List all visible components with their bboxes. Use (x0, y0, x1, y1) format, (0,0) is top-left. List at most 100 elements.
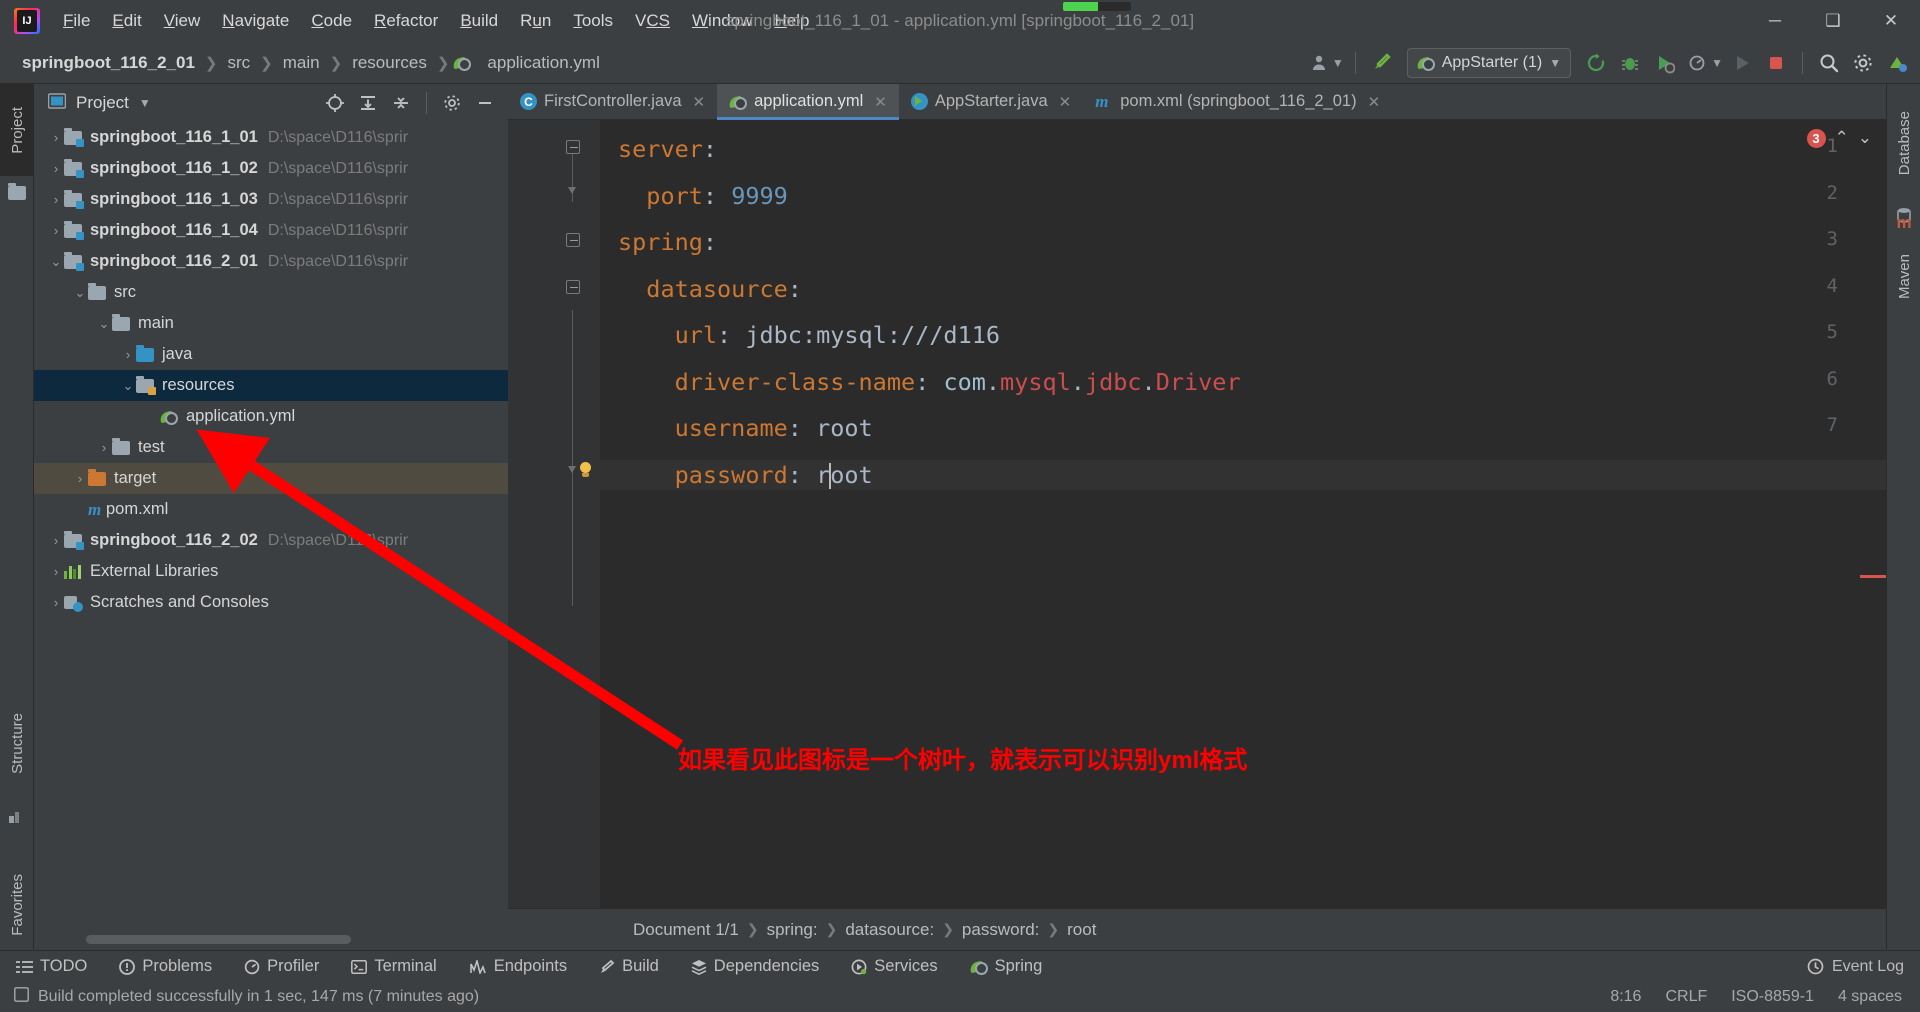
run-configuration-selector[interactable]: AppStarter (1) ▼ (1406, 48, 1572, 78)
breadcrumb-item-src[interactable]: src (222, 51, 257, 75)
close-icon[interactable]: ✕ (1368, 93, 1381, 111)
code-line-6[interactable]: driver-class-name: com.mysql.jdbc.Driver (618, 367, 1886, 397)
tree-row-resources[interactable]: ⌄ resources (34, 370, 508, 401)
editor-breadcrumb-document[interactable]: Document 1/1 (628, 920, 744, 940)
editor-tab-appstarter-java[interactable]: AppStarter.java ✕ (899, 84, 1083, 119)
menu-help[interactable]: Help (763, 7, 820, 35)
bottom-item-endpoints[interactable]: Endpoints (453, 951, 583, 983)
sidebar-item-database[interactable]: Database (1887, 84, 1920, 202)
updates-icon[interactable] (1882, 48, 1912, 78)
sidebar-item-maven[interactable]: Maven (1887, 234, 1920, 320)
menu-run[interactable]: Run (509, 7, 562, 35)
fold-collapse-handle[interactable] (566, 140, 584, 158)
menu-vcs[interactable]: VCS (624, 7, 681, 35)
project-tree[interactable]: › springboot_116_1_01 D:\space\D116\sprir ›… (34, 122, 508, 926)
editor-tab-bar[interactable]: C FirstController.java ✕ application.yml ✕ Ap… (508, 84, 1886, 120)
maximize-button[interactable]: ❑ (1804, 0, 1862, 42)
next-problem-icon[interactable]: ⌄ (1858, 128, 1872, 148)
close-icon[interactable]: ✕ (874, 93, 887, 111)
menu-code[interactable]: Code (300, 7, 363, 35)
settings-icon[interactable] (1848, 48, 1878, 78)
editor-gutter[interactable] (508, 120, 600, 908)
breadcrumb-item-main[interactable]: main (277, 51, 326, 75)
bottom-item-spring[interactable]: Spring (954, 951, 1059, 983)
fold-end-marker[interactable] (568, 186, 577, 194)
code-line-1[interactable]: server: (618, 134, 1886, 164)
breadcrumb[interactable]: springboot_116_2_01 ❯ src ❯ main ❯ resou… (0, 51, 606, 75)
rerun-icon[interactable] (1581, 48, 1611, 78)
menu-build[interactable]: Build (449, 7, 509, 35)
event-log-button[interactable]: Event Log (1807, 958, 1920, 976)
close-button[interactable]: ✕ (1862, 0, 1920, 42)
tree-row-target[interactable]: › target (34, 463, 508, 494)
fold-collapse-handle[interactable] (566, 233, 584, 251)
chevron-right-icon[interactable]: › (48, 564, 64, 579)
close-icon[interactable]: ✕ (1059, 93, 1072, 111)
run-icon[interactable] (1727, 48, 1757, 78)
menu-window[interactable]: Window (681, 7, 763, 35)
stop-icon[interactable] (1761, 48, 1791, 78)
prev-problem-icon[interactable]: ⌃ (1835, 128, 1849, 148)
chevron-right-icon[interactable]: › (48, 130, 64, 145)
locate-icon[interactable] (320, 88, 350, 118)
code-editor[interactable]: 1 server: 2 port: 9999 3 spring: 4 datasource… (508, 120, 1886, 908)
close-icon[interactable]: ✕ (693, 93, 706, 111)
menu-view[interactable]: View (153, 7, 212, 35)
minimize-button[interactable]: ─ (1746, 0, 1804, 42)
menu-navigate[interactable]: Navigate (211, 7, 300, 35)
expand-all-icon[interactable] (353, 88, 383, 118)
editor-tab-application-yml[interactable]: application.yml ✕ (717, 84, 899, 120)
bottom-item-problems[interactable]: Problems (103, 951, 228, 983)
tree-row-springboot-116-2-01[interactable]: ⌄ springboot_116_2_01 D:\space\D116\sprir (34, 246, 508, 277)
editor-tab-firstcontroller-java[interactable]: C FirstController.java ✕ (508, 84, 717, 119)
tree-row-java[interactable]: › java (34, 339, 508, 370)
menu-bar[interactable]: File Edit View Navigate Code Refactor Bu… (52, 7, 820, 35)
chevron-right-icon[interactable]: › (120, 347, 136, 362)
line-separator[interactable]: CRLF (1665, 988, 1707, 1006)
tree-row-springboot-116-1-04[interactable]: › springboot_116_1_04 D:\space\D116\sprir (34, 215, 508, 246)
error-stripe-mark[interactable] (1860, 575, 1886, 578)
breadcrumb-item-project[interactable]: springboot_116_2_01 (16, 51, 201, 75)
bottom-item-terminal[interactable]: Terminal (335, 951, 452, 983)
profiler-icon[interactable] (1683, 48, 1713, 78)
indent-setting[interactable]: 4 spaces (1838, 988, 1902, 1006)
chevron-right-icon[interactable]: › (48, 595, 64, 610)
inspection-widget[interactable]: 3 ⌃ ⌄ (1806, 128, 1872, 148)
editor-breadcrumb-spring[interactable]: spring: (762, 920, 823, 940)
sidebar-item-project[interactable]: Project (0, 84, 34, 176)
chevron-right-icon[interactable]: › (48, 223, 64, 238)
hammer-icon[interactable] (1367, 48, 1397, 78)
menu-edit[interactable]: Edit (101, 7, 152, 35)
chevron-down-icon[interactable]: ▼ (139, 96, 151, 110)
chevron-down-icon[interactable]: ⌄ (96, 316, 112, 332)
sidebar-item-structure[interactable]: Structure (0, 684, 34, 802)
collapse-all-icon[interactable] (386, 88, 416, 118)
run-with-coverage-icon[interactable] (1649, 48, 1679, 78)
bottom-item-services[interactable]: Services (835, 951, 953, 983)
chevron-down-icon[interactable]: ⌄ (120, 378, 136, 394)
tree-row-pom-xml[interactable]: m pom.xml (34, 494, 508, 525)
breadcrumb-item-file[interactable]: application.yml (481, 51, 605, 75)
chevron-right-icon[interactable]: › (48, 161, 64, 176)
code-line-3[interactable]: spring: (618, 227, 1886, 257)
tree-row-springboot-116-2-02[interactable]: › springboot_116_2_02 D:\space\D116\sprir (34, 525, 508, 556)
breadcrumb-item-resources[interactable]: resources (346, 51, 433, 75)
bottom-item-dependencies[interactable]: Dependencies (675, 951, 836, 983)
hide-icon[interactable] (470, 88, 500, 118)
project-horizontal-scrollbar[interactable] (34, 935, 508, 944)
chevron-down-icon[interactable]: ▼ (1549, 56, 1561, 70)
code-line-4[interactable]: datasource: (618, 274, 1886, 304)
intention-bulb-icon[interactable] (576, 461, 596, 481)
chevron-down-icon[interactable]: ⌄ (48, 254, 64, 270)
code-line-5[interactable]: url: jdbc:mysql:///d116 (618, 320, 1886, 350)
editor-breadcrumb-datasource[interactable]: datasource: (840, 920, 939, 940)
chevron-right-icon[interactable]: › (96, 440, 112, 455)
editor-tab-pom-xml-springboot-116-2-01-[interactable]: m pom.xml (springboot_116_2_01) ✕ (1083, 84, 1392, 119)
tree-row-scratches-and-consoles[interactable]: › Scratches and Consoles (34, 587, 508, 618)
tree-row-application-yml[interactable]: application.yml (34, 401, 508, 432)
search-everywhere-icon[interactable] (1814, 48, 1844, 78)
tree-row-main[interactable]: ⌄ main (34, 308, 508, 339)
tree-row-external-libraries[interactable]: › External Libraries (34, 556, 508, 587)
bottom-tool-bar[interactable]: TODO Problems Profiler Terminal Endpoint… (0, 950, 1920, 982)
code-line-8[interactable]: password: root (600, 459, 1886, 490)
